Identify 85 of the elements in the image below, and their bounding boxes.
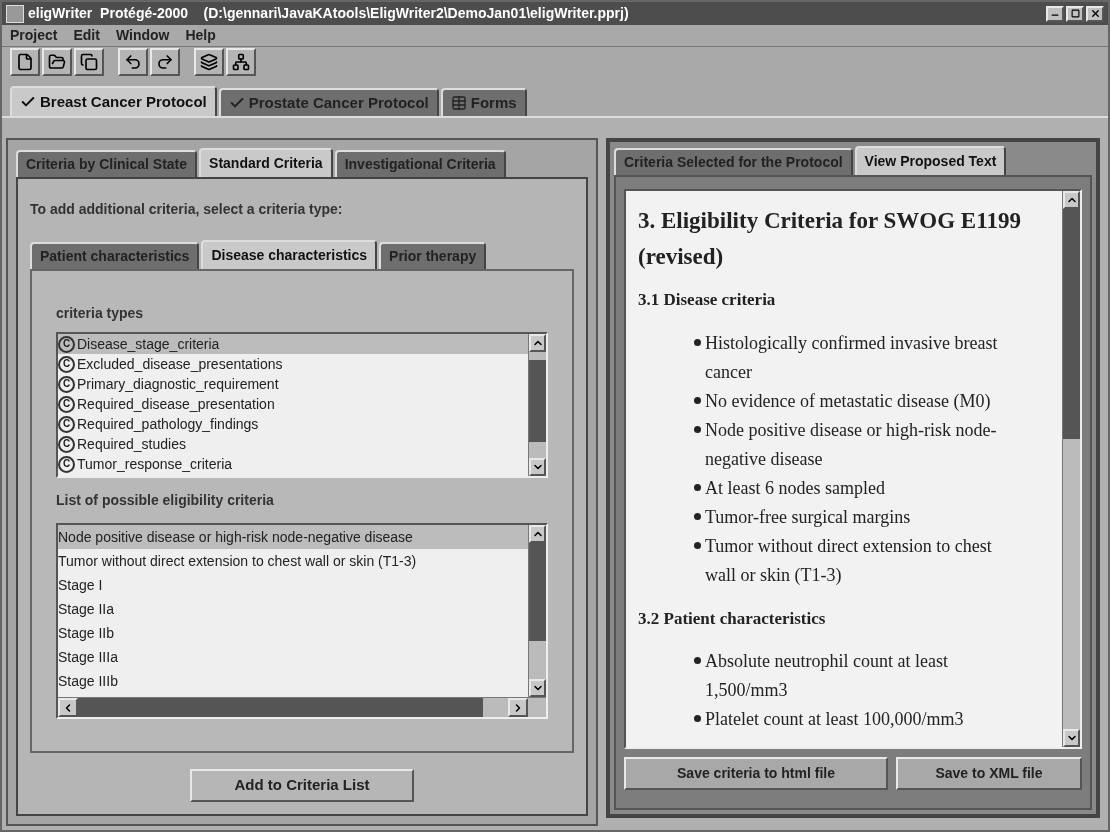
class-icon: C [58, 455, 75, 473]
class-icon: C [58, 375, 75, 393]
toolbar-button[interactable] [150, 48, 180, 77]
class-name: Required_studies [77, 434, 186, 454]
save-html-button[interactable]: Save criteria to html file [624, 757, 888, 790]
save-xml-button[interactable]: Save to XML file [896, 757, 1082, 790]
class-name: Primary_diagnostic_requirement [77, 374, 279, 394]
bullet-icon [694, 541, 701, 549]
class-name: Excluded_disease_presentations [77, 354, 283, 374]
class-name: Required_pathology_findings [77, 414, 259, 434]
list-item[interactable]: C Tumor_response_criteria [58, 454, 528, 474]
menu-item[interactable]: Window [115, 25, 170, 47]
tab[interactable]: View Proposed Text [854, 146, 1007, 175]
maximize-icon [1070, 9, 1080, 19]
vertical-scrollbar[interactable] [528, 334, 546, 476]
toolbar-button[interactable] [10, 48, 40, 77]
menu-item[interactable]: Edit [73, 25, 100, 47]
list-item[interactable]: Tumor without direct extension to chest wall or skin (T1-3) [58, 549, 528, 573]
list-label: List of possible eligibility criteria [56, 491, 275, 510]
toolbar-button[interactable] [194, 48, 224, 77]
undo-icon [124, 53, 142, 72]
new-file-icon [16, 53, 34, 72]
list-item[interactable]: Node positive disease or high-risk node-negative disease [58, 525, 528, 549]
close-button[interactable] [1086, 5, 1104, 22]
class-icon: C [58, 335, 75, 353]
horizontal-scrollbar[interactable] [58, 697, 546, 717]
class-name: Disease_stage_criteria [77, 334, 220, 354]
app-icon [6, 4, 24, 23]
list-item[interactable]: C Required_pathology_findings [58, 414, 528, 434]
list-item[interactable]: C Required_disease_presentation [58, 394, 528, 414]
list-item[interactable]: C Primary_diagnostic_requirement [58, 374, 528, 394]
list-item[interactable]: Stage IIa [58, 597, 528, 621]
copy-icon [80, 53, 98, 72]
bullet-icon [694, 483, 701, 491]
section-heading: 3.2 Patient characteristics [638, 607, 827, 630]
class-icon: C [58, 415, 75, 433]
list-item[interactable]: Stage IIIb [58, 669, 528, 693]
class-name: Tumor_response_criteria [77, 454, 233, 474]
redo-icon [156, 53, 174, 72]
list-item[interactable]: Stage I [58, 573, 528, 597]
list-item[interactable]: Stage IIb [58, 621, 528, 645]
section-heading: 3.1 Disease criteria [638, 289, 777, 311]
bullet-text: No evidence of metastatic disease (M0) [705, 389, 991, 413]
class-icon: C [58, 435, 75, 453]
vertical-scrollbar[interactable] [528, 525, 546, 697]
bullet-text: Histologically confirmed invasive breast cancer [705, 331, 999, 384]
add-criteria-button[interactable]: Add to Criteria List [190, 769, 414, 802]
list-item[interactable]: Stage IIIa [58, 645, 528, 669]
toolbar-button[interactable] [74, 48, 104, 77]
list-item[interactable]: C Disease_stage_criteria [58, 334, 528, 354]
bullet-text: At least 6 nodes sampled [705, 476, 885, 500]
list-item[interactable]: C Excluded_disease_presentations [58, 354, 528, 374]
form-icon [450, 94, 467, 111]
bullet-text: Tumor without direct extension to chest wall or skin (T1-3) [705, 534, 993, 587]
list-item[interactable]: C Required_studies [58, 434, 528, 454]
maximize-button[interactable] [1066, 5, 1084, 22]
bullet-icon [694, 396, 701, 404]
list-label: criteria types [56, 304, 145, 323]
minimize-button[interactable] [1046, 5, 1064, 22]
toolbar-button[interactable] [42, 48, 72, 77]
vertical-scrollbar[interactable] [1062, 191, 1080, 747]
bullet-icon [694, 715, 701, 722]
menu-item[interactable]: Project [10, 25, 58, 47]
bullet-text: Node positive disease or high-risk node-negative disease [705, 418, 998, 471]
bullet-text: Absolute neutrophil count at least 1,500/mm3 [705, 650, 949, 702]
class-icon: C [58, 395, 75, 413]
toolbar-button[interactable] [226, 48, 256, 77]
tab[interactable]: Disease characteristics [201, 240, 378, 269]
class-icon: C [58, 355, 75, 373]
bullet-icon [694, 657, 701, 664]
bullet-text: Tumor-free surgical margins [705, 505, 911, 529]
open-folder-icon [48, 53, 66, 72]
instruction-text: To add additional criteria, select a criteria type: [30, 200, 344, 219]
class-name: Required_disease_presentation [77, 394, 275, 414]
bullet-icon [694, 425, 701, 433]
bullet-text: Platelet count at least 100,000/mm3 [705, 708, 964, 731]
bullet-icon [694, 338, 701, 346]
window-title: eligWriter Protégé-2000 (D:\gennari\JavaKAtools\EligWriter2\DemoJan01\eligWriter.pprj) [28, 4, 630, 24]
bullet-icon [694, 512, 701, 520]
document-heading: 3. Eligibility Criteria for SWOG E1199 (revised) [638, 207, 1022, 271]
menu-item[interactable]: Help [185, 25, 216, 47]
tab[interactable]: Standard Criteria [199, 148, 333, 177]
tab[interactable]: Breast Cancer Protocol [10, 85, 217, 116]
close-icon [1089, 8, 1101, 20]
toolbar-button[interactable] [118, 48, 148, 77]
